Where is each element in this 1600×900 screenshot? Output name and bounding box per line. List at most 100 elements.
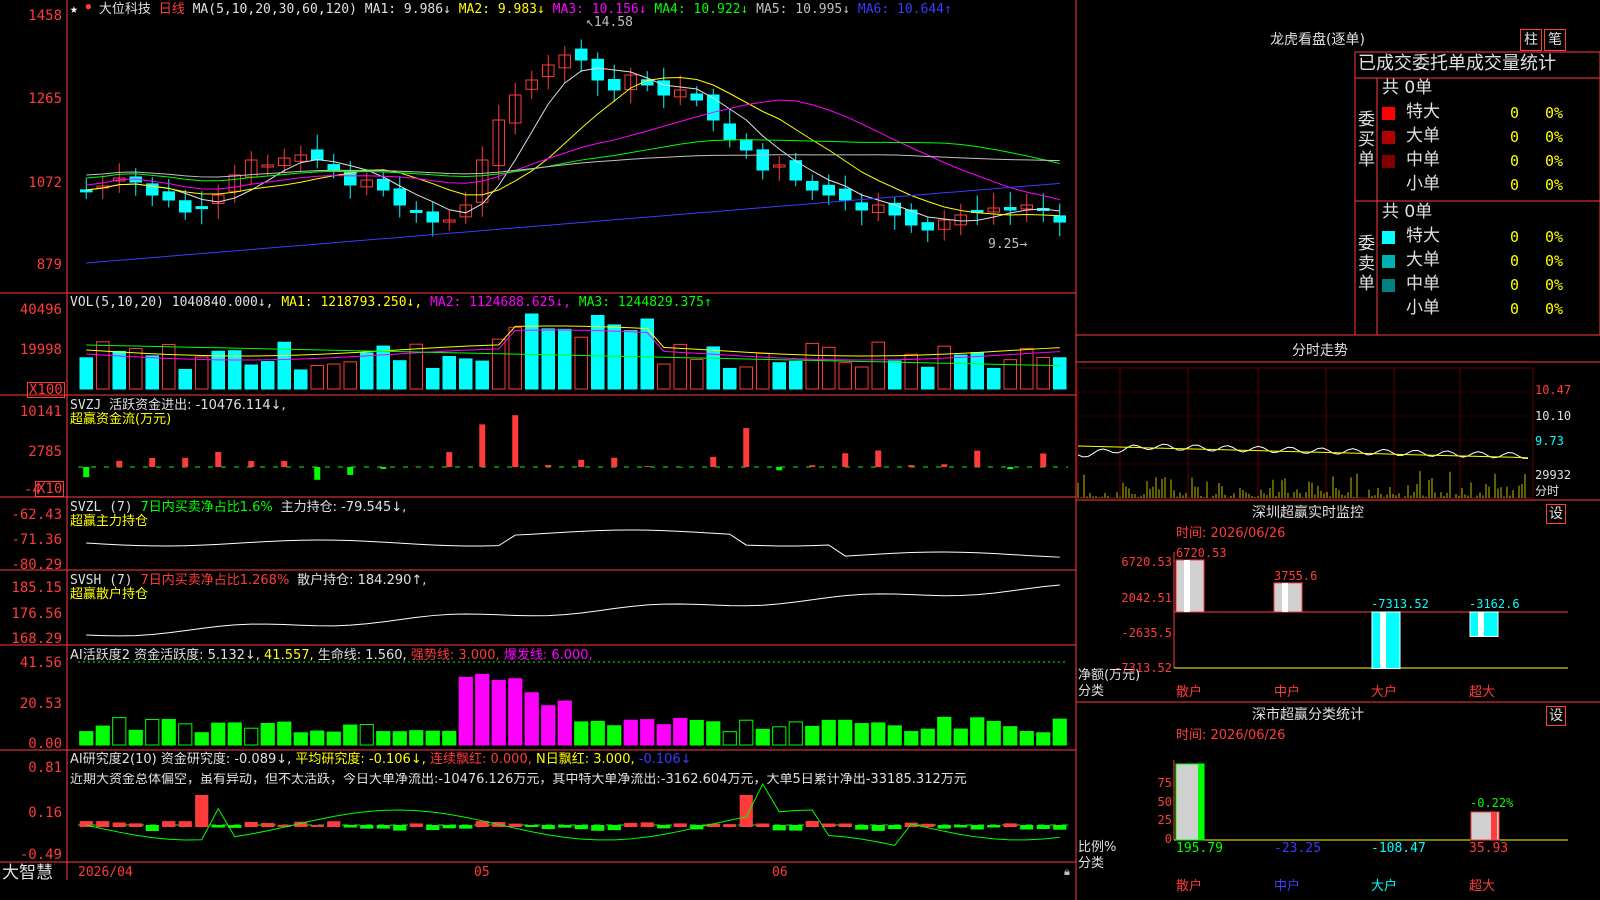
svzj-bar [941,464,948,467]
ai-research-bar [96,821,110,827]
tab-bar-chart[interactable]: 柱 [1520,29,1542,51]
classify-settings-button[interactable]: 设 [1546,706,1566,726]
lock-icon[interactable]: 🔒︎ [1064,866,1070,877]
vol-ma1: MA1: 1218793.250↓, [281,295,423,310]
svzj-bar [281,460,288,467]
ai-active-bar [904,731,919,746]
buy-row-val: 0 [1510,128,1520,146]
kline-ytick: 1458 [28,8,62,24]
classify-value-label: -108.47 [1371,841,1426,856]
ma4-value: MA4: 10.922↓ [654,2,749,17]
buy-total: 共 0单 [1382,78,1433,98]
ai-active-bar [871,722,886,746]
ai-research-bar [541,825,555,830]
monitor-settings-button[interactable]: 设 [1546,504,1566,524]
volume-bar [293,369,308,390]
buy-row-pct: 0% [1545,104,1564,122]
ai-active-bar [706,721,721,746]
intraday-title[interactable]: 分时走势 [1292,344,1348,358]
volume-bar [211,350,226,390]
classify-time: 时间: 2026/06/26 [1176,728,1286,743]
buy-row-name: 中单 [1406,150,1440,170]
svzl-line [86,529,1060,558]
candle-body [805,180,819,191]
buy-row-val: 0 [1510,176,1520,194]
candle-body [591,58,605,81]
svzj-bar [545,464,552,467]
ai-active-bar [359,724,374,746]
ai-research-line [86,782,1060,846]
volume-bar [376,345,391,390]
volume-bar [887,360,902,390]
volume-bar [574,336,589,390]
ai-active-bar [574,721,589,746]
period-label[interactable]: 日线 [159,2,185,17]
ai-active-bar [227,722,242,746]
vol-ytick: 19998 [19,342,62,358]
vol-ytick: 40496 [19,302,62,318]
monitor-xlabel: 分类 [1078,684,1105,699]
ai-active-bar [953,728,968,746]
svsh-red: 7日内买卖净占比1.268% [140,573,290,588]
ai-active-bar [1019,730,1034,746]
buy-row-pct: 0% [1545,128,1564,146]
ai-active-bar [409,730,424,746]
svzj-label: 活跃资金进出: -10476.114↓, [109,398,286,413]
ai-research-ytick: 0.81 [28,760,62,776]
volume-bar [326,363,341,390]
candle-body [1003,207,1017,211]
circle-icon: ● [85,2,92,12]
tab-tick[interactable]: 笔 [1544,29,1566,51]
svzj-bar [116,460,123,467]
brand-logo[interactable]: 大智慧 [2,865,53,882]
classify-cat: 超大 [1469,879,1496,894]
candle-body [79,189,93,193]
classify-xlabel: 分类 [1078,856,1105,871]
ai-research-bar [195,795,209,827]
volume-bar [1052,357,1067,390]
classify-ylabel: 比例% [1078,840,1117,855]
buy-row-pct: 0% [1545,152,1564,170]
ai-research-v3: 连续飘红: 0.000, [430,752,532,767]
svzj-bar [512,415,519,467]
svzj-bar [743,428,750,467]
monitor-time: 时间: 2026/06/26 [1176,526,1286,541]
ma1-value: MA1: 9.986↓ [364,2,451,17]
candle-body [921,222,935,231]
monitor-value-label: -3162.6 [1469,597,1520,611]
buy-row-pct: 0% [1545,176,1564,194]
ai-active-bar [673,717,688,746]
candle-body [855,202,869,211]
ai-research-bar [888,825,902,830]
volume-bar [689,359,704,390]
ai-active-bar [970,717,985,746]
classify-bar-highlight [1491,812,1497,840]
ai-active-title-row: AI活跃度2 资金活跃度: 5.132↓, 41.557, 生命线: 1.560… [70,649,593,662]
intraday-tick: 29932 [1535,468,1572,482]
favorite-star-icon[interactable]: ★ [70,2,78,17]
ai-active-v5: 爆发线: 6.000, [503,648,593,663]
ai-research-bar [162,821,176,827]
volume-bar [161,344,176,390]
stock-name[interactable]: 大位科技 [99,2,151,17]
candle-body [162,191,176,201]
svzj-bar [875,450,882,467]
svzj-bar [677,467,684,468]
svzj-bar [908,465,915,467]
volume-bar [508,326,523,390]
monitor-cat: 散户 [1176,685,1203,700]
ai-active-bar [161,718,176,746]
candle-body [690,93,704,101]
svzj-ytick: 10141 [19,404,62,420]
volume-bar [557,328,572,390]
candle-body [706,94,720,121]
svzj-bar [314,467,321,480]
candle-body [195,206,209,210]
ai-active-bar [194,732,209,746]
ai-active-bar [640,719,655,746]
ai-research-bar [789,825,803,831]
ai-active-bar [244,727,259,746]
volume-bar [755,352,770,390]
ai-active-bar [178,723,193,746]
vol-value: 1040840.000↓, [171,295,274,310]
